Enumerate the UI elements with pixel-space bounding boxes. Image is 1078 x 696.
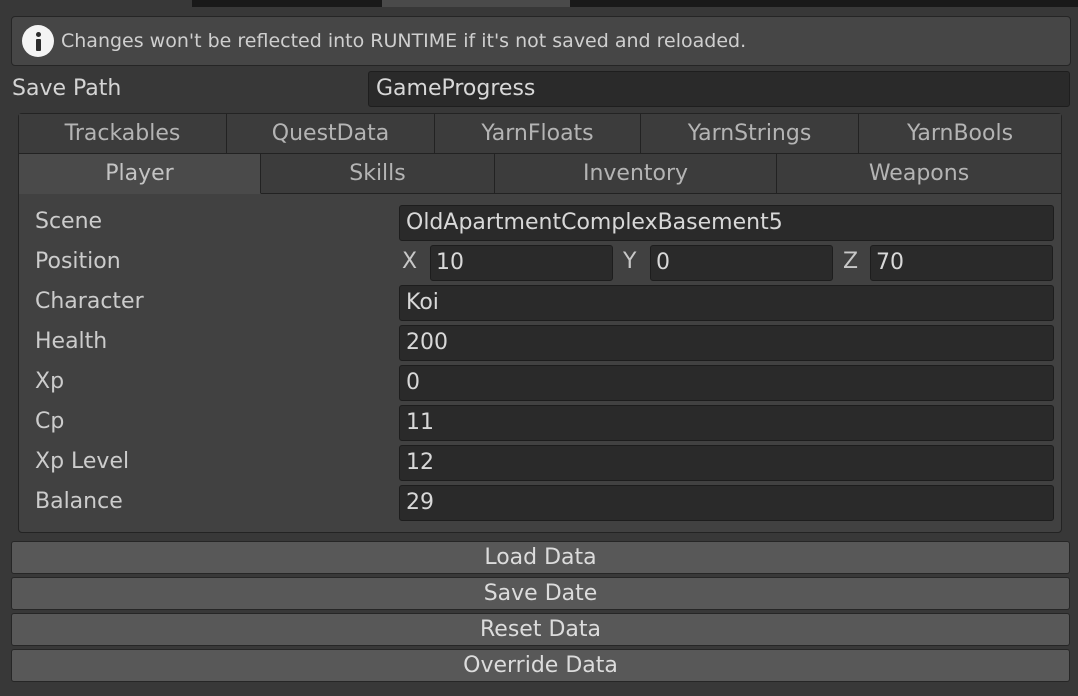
- data-panel: Trackables QuestData YarnFloats YarnStri…: [18, 113, 1062, 533]
- xp-level-input[interactable]: 12: [399, 445, 1054, 481]
- field-row-health: Health 200: [35, 325, 1054, 361]
- load-data-button[interactable]: Load Data: [11, 541, 1070, 574]
- position-z-input[interactable]: 70: [870, 245, 1053, 281]
- field-row-character: Character Koi: [35, 285, 1054, 321]
- cp-label: Cp: [35, 409, 65, 434]
- editor-tab[interactable]: [570, 0, 1078, 7]
- field-row-position: Position X 10 Y 0 Z 70: [35, 245, 1053, 281]
- field-row-scene: Scene OldApartmentComplexBasement5: [35, 205, 1054, 241]
- position-x-input[interactable]: 10: [430, 245, 613, 281]
- save-path-input[interactable]: GameProgress: [368, 71, 1070, 107]
- editor-tab-strip: [0, 0, 1078, 7]
- save-path-label: Save Path: [12, 76, 122, 101]
- override-data-button[interactable]: Override Data: [11, 649, 1070, 682]
- info-helpbox: Changes won't be reflected into RUNTIME …: [11, 16, 1071, 66]
- cp-input[interactable]: 11: [399, 405, 1054, 441]
- tab-skills[interactable]: Skills: [261, 154, 495, 194]
- editor-tab-active[interactable]: [382, 0, 570, 7]
- position-y-input[interactable]: 0: [650, 245, 833, 281]
- balance-input[interactable]: 29: [399, 485, 1054, 521]
- xp-label: Xp: [35, 369, 65, 394]
- tab-row-1: Trackables QuestData YarnFloats YarnStri…: [19, 114, 1061, 154]
- field-row-cp: Cp 11: [35, 405, 1054, 441]
- tab-player[interactable]: Player: [19, 154, 261, 194]
- tab-row-2: Player Skills Inventory Weapons: [19, 154, 1061, 194]
- health-input[interactable]: 200: [399, 325, 1054, 361]
- xp-input[interactable]: 0: [399, 365, 1054, 401]
- info-icon: [22, 25, 54, 57]
- tab-questdata[interactable]: QuestData: [227, 114, 435, 154]
- save-data-button[interactable]: Save Date: [11, 577, 1070, 610]
- position-y-label: Y: [623, 249, 637, 274]
- field-row-xp-level: Xp Level 12: [35, 445, 1054, 481]
- position-label: Position: [35, 249, 121, 274]
- tab-yarnfloats[interactable]: YarnFloats: [435, 114, 641, 154]
- tab-trackables[interactable]: Trackables: [19, 114, 227, 154]
- reset-data-button[interactable]: Reset Data: [11, 613, 1070, 646]
- tab-yarnstrings[interactable]: YarnStrings: [641, 114, 859, 154]
- xp-level-label: Xp Level: [35, 449, 130, 474]
- character-label: Character: [35, 289, 144, 314]
- scene-input[interactable]: OldApartmentComplexBasement5: [399, 205, 1054, 241]
- balance-label: Balance: [35, 489, 123, 514]
- character-input[interactable]: Koi: [399, 285, 1054, 321]
- tab-yarnbools[interactable]: YarnBools: [859, 114, 1061, 154]
- tab-inventory[interactable]: Inventory: [495, 154, 777, 194]
- tab-weapons[interactable]: Weapons: [777, 154, 1061, 194]
- editor-tab[interactable]: [192, 0, 382, 7]
- field-row-balance: Balance 29: [35, 485, 1054, 521]
- field-row-xp: Xp 0: [35, 365, 1054, 401]
- position-z-label: Z: [843, 249, 859, 274]
- scene-label: Scene: [35, 209, 103, 234]
- info-message: Changes won't be reflected into RUNTIME …: [61, 30, 747, 52]
- position-x-label: X: [402, 249, 418, 274]
- health-label: Health: [35, 329, 108, 354]
